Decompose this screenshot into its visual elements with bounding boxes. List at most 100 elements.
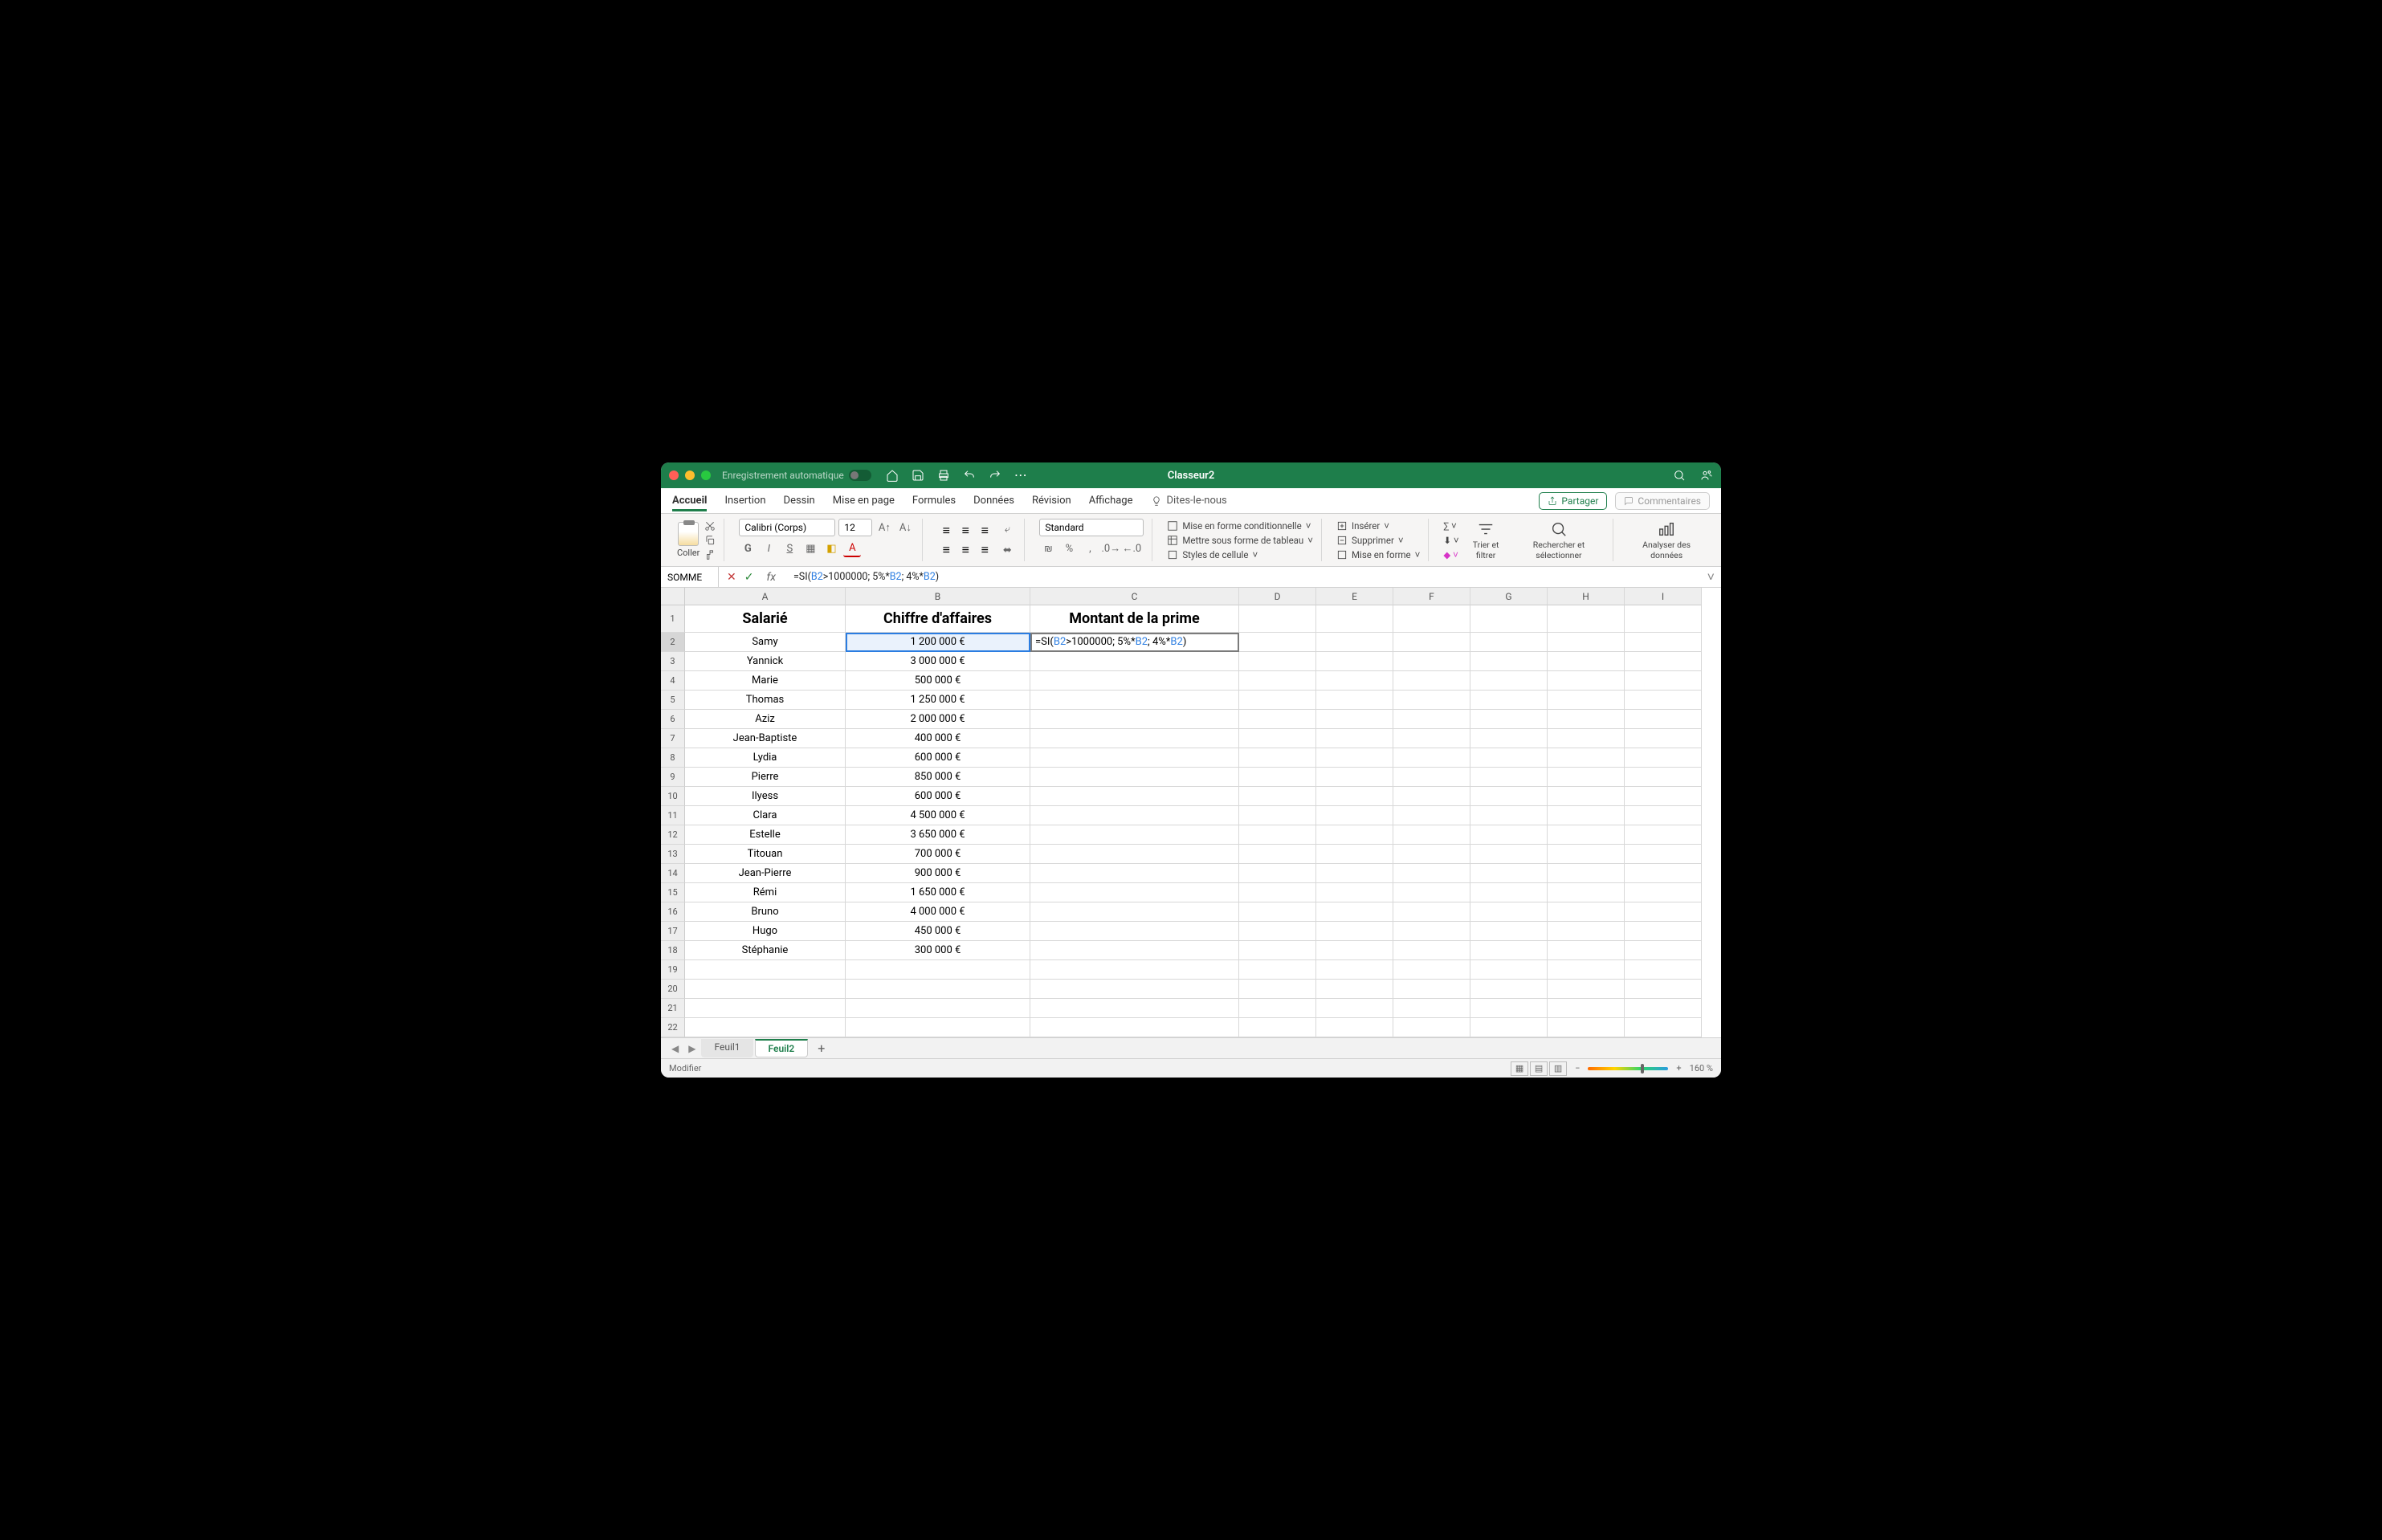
cell[interactable] (1625, 1018, 1702, 1037)
cell[interactable]: Clara (685, 806, 846, 825)
cell[interactable] (685, 999, 846, 1018)
cell[interactable] (1030, 787, 1239, 806)
cell[interactable] (1030, 845, 1239, 864)
cell[interactable] (1316, 883, 1393, 902)
cell[interactable] (846, 1018, 1030, 1037)
cell[interactable] (1030, 883, 1239, 902)
sheet-tab-feuil2[interactable]: Feuil2 (755, 1039, 809, 1057)
cell[interactable] (1239, 691, 1316, 710)
cell[interactable] (1316, 748, 1393, 768)
cell[interactable]: 500 000 € (846, 671, 1030, 691)
cell[interactable] (1316, 671, 1393, 691)
cell[interactable] (1393, 652, 1470, 671)
cell[interactable] (1470, 902, 1548, 922)
cell[interactable] (1625, 922, 1702, 941)
menu-affichage[interactable]: Affichage (1089, 490, 1133, 511)
cell[interactable] (1393, 980, 1470, 999)
increase-font-icon[interactable]: A↑ (875, 519, 893, 536)
cancel-formula-icon[interactable]: ✕ (727, 571, 736, 584)
cell[interactable]: Jean-Baptiste (685, 729, 846, 748)
insert-cells-button[interactable]: Insérer ˅ (1336, 520, 1420, 532)
cell[interactable] (1548, 806, 1625, 825)
cell[interactable] (1393, 864, 1470, 883)
cell[interactable] (1625, 902, 1702, 922)
cell[interactable] (1316, 729, 1393, 748)
cell[interactable] (1393, 825, 1470, 845)
cell[interactable] (1316, 633, 1393, 652)
cell[interactable] (1470, 845, 1548, 864)
cell[interactable] (1316, 825, 1393, 845)
cell[interactable] (1239, 922, 1316, 941)
cell[interactable] (1316, 605, 1393, 633)
italic-button[interactable]: I (760, 540, 777, 557)
cell[interactable] (1316, 787, 1393, 806)
share-button[interactable]: Partager (1539, 492, 1607, 510)
row-header-3[interactable]: 3 (661, 652, 685, 671)
print-icon[interactable] (937, 469, 950, 482)
cell[interactable] (1625, 980, 1702, 999)
align-top-icon[interactable]: ≡ (937, 522, 955, 540)
col-header-G[interactable]: G (1470, 588, 1548, 605)
cell[interactable] (1239, 768, 1316, 787)
cell[interactable]: 3 000 000 € (846, 652, 1030, 671)
cell[interactable] (1470, 787, 1548, 806)
col-header-H[interactable]: H (1548, 588, 1625, 605)
row-header-10[interactable]: 10 (661, 787, 685, 806)
cell[interactable] (1548, 902, 1625, 922)
home-icon[interactable] (886, 469, 899, 482)
cell[interactable] (846, 980, 1030, 999)
cell[interactable] (1548, 980, 1625, 999)
page-layout-view-icon[interactable]: ▤ (1530, 1061, 1548, 1076)
cell[interactable] (1470, 1018, 1548, 1037)
row-header-20[interactable]: 20 (661, 980, 685, 999)
row-header-5[interactable]: 5 (661, 691, 685, 710)
cell[interactable] (1393, 902, 1470, 922)
cell[interactable] (1548, 748, 1625, 768)
cell[interactable] (1625, 605, 1702, 633)
cell[interactable] (685, 960, 846, 980)
cell[interactable] (1030, 691, 1239, 710)
cell[interactable] (1393, 941, 1470, 960)
row-header-2[interactable]: 2 (661, 633, 685, 652)
fill-color-button[interactable]: ◧ (822, 540, 840, 557)
cell[interactable] (1470, 825, 1548, 845)
cell[interactable] (1393, 633, 1470, 652)
row-header-18[interactable]: 18 (661, 941, 685, 960)
cell[interactable] (1393, 806, 1470, 825)
col-header-B[interactable]: B (846, 588, 1030, 605)
conditional-format-button[interactable]: Mise en forme conditionnelle ˅ (1167, 520, 1313, 532)
cell[interactable] (1470, 652, 1548, 671)
col-header-I[interactable]: I (1625, 588, 1702, 605)
cell[interactable] (1548, 864, 1625, 883)
cell[interactable] (1239, 605, 1316, 633)
zoom-out-button[interactable]: − (1575, 1063, 1580, 1074)
cell[interactable] (1548, 768, 1625, 787)
cut-icon[interactable] (704, 520, 716, 532)
zoom-slider[interactable] (1588, 1067, 1668, 1070)
cell[interactable]: 4 000 000 € (846, 902, 1030, 922)
cell[interactable] (1393, 748, 1470, 768)
cell[interactable] (1316, 902, 1393, 922)
cell[interactable]: 400 000 € (846, 729, 1030, 748)
cell[interactable] (1239, 845, 1316, 864)
cell[interactable] (1625, 652, 1702, 671)
cell[interactable]: Thomas (685, 691, 846, 710)
menu-accueil[interactable]: Accueil (672, 490, 707, 511)
cell[interactable] (1316, 710, 1393, 729)
cell[interactable]: 4 500 000 € (846, 806, 1030, 825)
menu-dessin[interactable]: Dessin (784, 490, 815, 511)
find-select-button[interactable]: Rechercher et sélectionner (1513, 520, 1605, 560)
tab-prev-icon[interactable]: ◀ (667, 1043, 683, 1054)
format-painter-icon[interactable] (704, 549, 716, 560)
cell[interactable] (1030, 999, 1239, 1018)
cell[interactable] (1393, 605, 1470, 633)
cell[interactable]: 450 000 € (846, 922, 1030, 941)
underline-button[interactable]: S (781, 540, 798, 557)
cell[interactable] (1548, 1018, 1625, 1037)
name-box[interactable]: SOMME (661, 567, 719, 587)
comma-icon[interactable]: , (1081, 540, 1099, 557)
cell[interactable] (1625, 729, 1702, 748)
cell[interactable] (1470, 691, 1548, 710)
cell[interactable] (1239, 999, 1316, 1018)
cell[interactable] (1625, 864, 1702, 883)
